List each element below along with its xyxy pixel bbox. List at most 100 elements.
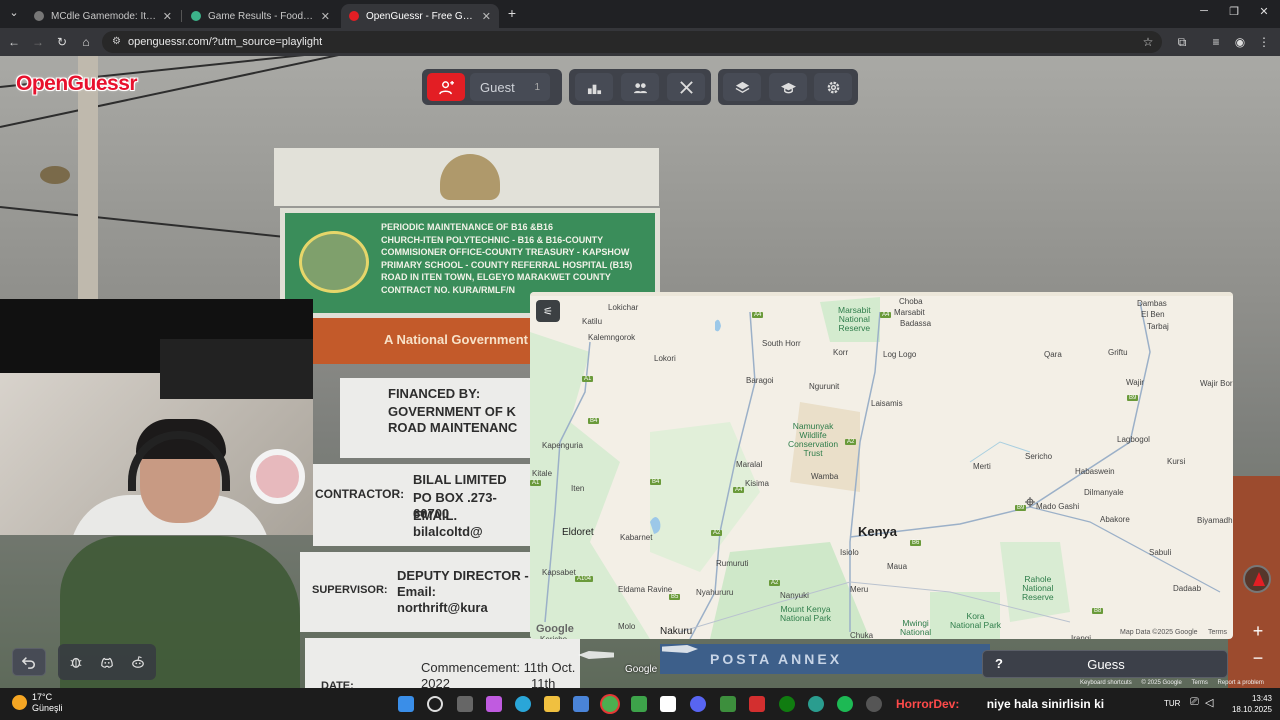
tab-openguessr[interactable]: OpenGuessr - Free GeoGuessr ✕	[341, 4, 499, 28]
terms-link[interactable]: Terms	[1192, 680, 1208, 686]
reload-icon[interactable]: ↻	[54, 34, 70, 50]
profile-icon[interactable]: ◉	[1232, 34, 1248, 50]
map-terms-link[interactable]: Terms	[1208, 629, 1227, 636]
learn-button[interactable]	[769, 73, 807, 101]
tab-mcdle[interactable]: MCdle Gamemode: Item Guess ✕	[26, 4, 180, 28]
app-icon[interactable]	[808, 696, 824, 712]
close-window-icon[interactable]: ✕	[1254, 5, 1274, 18]
map-place-label: Baragoi	[746, 376, 774, 385]
close-tab-icon[interactable]: ✕	[321, 10, 330, 23]
settings-button[interactable]	[814, 73, 852, 101]
capcut-icon[interactable]	[660, 696, 676, 712]
leaderboard-button[interactable]	[575, 73, 613, 101]
map-place-label: Maua	[887, 562, 908, 571]
cam-plush	[250, 449, 305, 504]
discord-app-icon[interactable]	[690, 696, 706, 712]
map-place-label: South Horr	[762, 339, 801, 348]
forward-icon[interactable]: →	[30, 34, 46, 50]
edge-icon[interactable]	[515, 696, 531, 712]
minimize-icon[interactable]: ─	[1194, 5, 1214, 17]
close-tab-icon[interactable]: ✕	[482, 10, 491, 23]
add-player-button[interactable]	[427, 73, 465, 101]
tab-search-icon[interactable]: ⌄	[4, 6, 24, 19]
home-icon[interactable]: ⌂	[78, 34, 94, 50]
copilot-icon[interactable]	[486, 696, 502, 712]
map-place-label: Isiolo	[840, 548, 859, 557]
address-bar[interactable]: ⚙ openguessr.com/?utm_source=playlight	[102, 31, 1162, 53]
app-icon[interactable]	[720, 696, 736, 712]
road-shield: A4	[880, 312, 892, 318]
media-icon[interactable]: ≡	[1208, 34, 1224, 50]
map-settings-button[interactable]: ⚟	[536, 300, 560, 322]
band-text: A National Government P	[384, 332, 541, 347]
map-park-label: Mount Kenya National Park	[780, 604, 832, 623]
task-view-icon[interactable]	[457, 696, 473, 712]
new-tab-button[interactable]: +	[502, 5, 522, 21]
xbox-icon[interactable]	[779, 696, 795, 712]
site-info-icon[interactable]: ⚙	[112, 36, 121, 47]
system-clock[interactable]: 13:43 18.10.2025	[1216, 693, 1272, 715]
compass-icon[interactable]	[1243, 565, 1271, 593]
foodguessr-favicon-icon	[191, 11, 201, 21]
map-place-label: Habaswein	[1075, 467, 1115, 476]
player-toolbar: Guest 1	[422, 69, 562, 105]
reddit-icon	[132, 656, 144, 668]
weather-widget[interactable]: 17°C Güneşli	[12, 692, 63, 714]
map-place-label: Maralal	[736, 460, 763, 469]
extensions-icon[interactable]: ⧉	[1174, 34, 1190, 50]
guess-button[interactable]: ? Guess	[982, 650, 1228, 678]
map-park-label: Namunyak Wildlife Conservation Trust	[788, 421, 839, 458]
map-place-label: Griftu	[1108, 348, 1128, 357]
youtube-app-icon[interactable]	[749, 696, 765, 712]
map-park-label: Marsabit National Reserve	[838, 305, 871, 333]
player-name-field[interactable]: Guest 1	[470, 73, 550, 101]
screen: ⌄ MCdle Gamemode: Item Guess ✕ Game Resu…	[0, 0, 1280, 720]
map-place-label: Nanyuki	[780, 591, 809, 600]
multiplayer-button[interactable]	[621, 73, 659, 101]
zoom-in-button[interactable]: +	[1248, 621, 1268, 641]
network-icon[interactable]: ⎚	[1190, 696, 1199, 709]
volume-icon[interactable]: ◁	[1205, 696, 1213, 709]
contractor-line: BILAL LIMITED	[413, 472, 507, 487]
map-park-label: Rahole National Reserve	[1022, 574, 1054, 602]
back-icon[interactable]: ←	[6, 34, 22, 50]
spotify-icon[interactable]	[837, 696, 853, 712]
openguessr-logo[interactable]: OpenGuessr	[16, 72, 138, 96]
guess-map[interactable]: Lokichar Katilu Kalemngorok Lokori South Hor…	[530, 292, 1233, 639]
road-shield: A2	[711, 530, 723, 536]
chat-ticker: HorrorDev: niye hala sinirlisin ki	[896, 697, 1104, 711]
map-place-label: Dilmanyale	[1084, 488, 1124, 497]
return-to-start-button[interactable]	[12, 648, 46, 676]
road-shield: B5	[669, 594, 681, 600]
minecraft-icon[interactable]	[631, 696, 647, 712]
browser-tab-bar: ⌄ MCdle Gamemode: Item Guess ✕ Game Resu…	[0, 0, 1280, 28]
battle-button[interactable]	[667, 73, 705, 101]
cam-shelf	[160, 339, 313, 399]
transformer	[40, 166, 70, 184]
close-tab-icon[interactable]: ✕	[163, 10, 172, 23]
player-name: Guest	[480, 79, 515, 95]
report-problem-link[interactable]: Report a problem	[1218, 680, 1264, 686]
search-icon[interactable]	[427, 696, 443, 712]
chrome-icon[interactable]	[602, 696, 618, 712]
discord-button[interactable]	[93, 648, 121, 676]
report-bug-button[interactable]	[62, 648, 90, 676]
obs-icon[interactable]	[866, 696, 882, 712]
file-explorer-icon[interactable]	[544, 696, 560, 712]
start-icon[interactable]	[398, 696, 414, 712]
reddit-button[interactable]	[124, 648, 152, 676]
store-icon[interactable]	[573, 696, 589, 712]
keyboard-shortcuts-link[interactable]: Keyboard shortcuts	[1080, 680, 1132, 686]
tab-foodguessr[interactable]: Game Results - FoodGuessr | Fo ✕	[183, 4, 338, 28]
zoom-out-button[interactable]: −	[1248, 648, 1268, 668]
maps-button[interactable]	[723, 73, 761, 101]
bookmark-star-icon[interactable]: ☆	[1140, 34, 1156, 50]
logo-text: OpenGuessr	[16, 72, 138, 95]
map-place-label: Abakore	[1100, 515, 1130, 524]
restore-icon[interactable]: ❐	[1224, 5, 1244, 18]
add-user-icon	[438, 80, 454, 94]
project-sign-text: PERIODIC MAINTENANCE OF B16 &B16 CHURCH-…	[381, 222, 633, 295]
map-data-attribution: Map Data ©2025 Google	[1120, 629, 1198, 636]
language-indicator[interactable]: TUR	[1164, 699, 1180, 708]
menu-icon[interactable]: ⋮	[1256, 34, 1272, 50]
